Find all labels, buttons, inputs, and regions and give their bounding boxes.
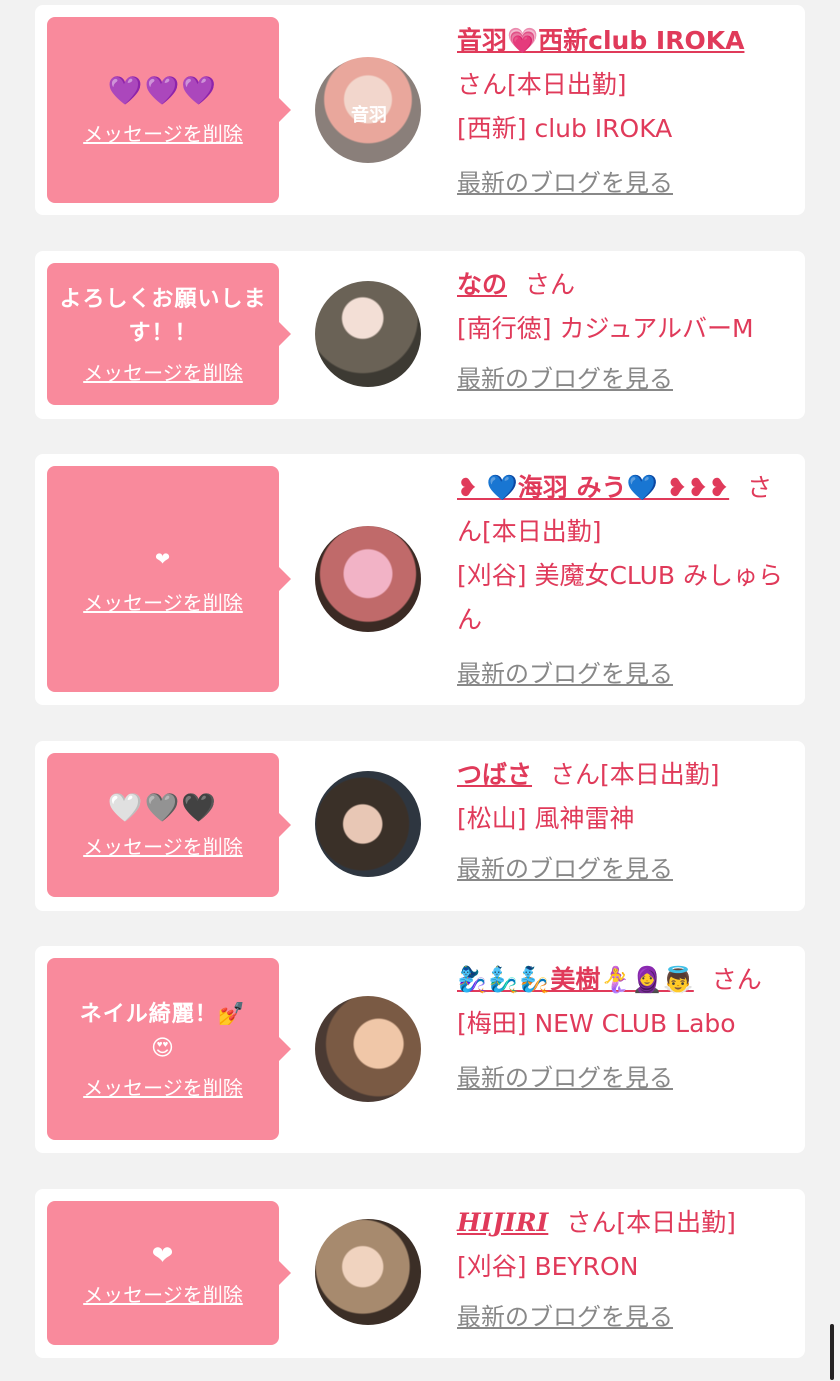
avatar[interactable] <box>315 281 421 387</box>
honorific: さん <box>711 965 762 994</box>
message-bubble: ネイル綺麗！💅😍 メッセージを削除 <box>47 958 291 1140</box>
delete-message-link[interactable]: メッセージを削除 <box>83 1279 243 1308</box>
shop-label: [刈谷] 美魔女CLUB みしゅらん <box>457 561 783 634</box>
message-text: よろしくお願いします！！ <box>59 286 267 346</box>
girl-name-link[interactable]: 🧞‍♀️🧞‍♂️🧞美樹🧜‍♀️🧕👼 <box>457 965 694 994</box>
on-duty-tag: [本日出勤] <box>600 760 720 789</box>
latest-blog-link[interactable]: 最新のブログを見る <box>457 847 787 891</box>
delete-message-link[interactable]: メッセージを削除 <box>83 118 243 147</box>
favorite-card: ❤ メッセージを削除 HIJIRI さん[本日出勤] [刈谷] BEYRON 最新… <box>35 1189 805 1358</box>
honorific: さん <box>566 1208 617 1237</box>
delete-message-link[interactable]: メッセージを削除 <box>83 357 243 386</box>
message-text: ❤ <box>151 1240 175 1271</box>
honorific: さん <box>457 70 508 99</box>
favorite-card: 💜💜💜 メッセージを削除 音羽 音羽💗西新club IROKA さん[本日出勤]… <box>35 5 805 215</box>
shop-label: [梅田] NEW CLUB Labo <box>457 1009 736 1038</box>
favorite-card: ネイル綺麗！💅😍 メッセージを削除 🧞‍♀️🧞‍♂️🧞美樹🧜‍♀️🧕👼 さん [梅… <box>35 946 805 1153</box>
latest-blog-link[interactable]: 最新のブログを見る <box>457 1056 787 1100</box>
scrollbar[interactable] <box>830 1324 834 1380</box>
girl-info: ❥ 💙海羽 みう💙 ❥❥❥ さん[本日出勤] [刈谷] 美魔女CLUB みしゅらん… <box>457 466 787 696</box>
message-text: 🤍🩶🖤 <box>107 790 219 824</box>
favorite-card: 🤍🩶🖤 メッセージを削除 つばさ さん[本日出勤] [松山] 風神雷神 最新のブロ… <box>35 741 805 911</box>
girl-name-link[interactable]: ❥ 💙海羽 みう💙 ❥❥❥ <box>457 473 729 502</box>
avatar[interactable] <box>315 526 421 632</box>
message-bubble: ❤ メッセージを削除 <box>47 1201 291 1345</box>
favorite-card: ❤ メッセージを削除 ❥ 💙海羽 みう💙 ❥❥❥ さん[本日出勤] [刈谷] 美魔… <box>35 454 805 705</box>
message-text: ❤ <box>154 548 172 570</box>
honorific: さん <box>550 760 601 789</box>
shop-label: [刈谷] BEYRON <box>457 1252 639 1281</box>
girl-info: つばさ さん[本日出勤] [松山] 風神雷神 最新のブログを見る <box>457 753 787 891</box>
girl-info: 音羽💗西新club IROKA さん[本日出勤] [西新] club IROKA… <box>457 19 787 205</box>
avatar[interactable] <box>315 1219 421 1325</box>
message-text: ネイル綺麗！💅😍 <box>79 1001 247 1061</box>
delete-message-link[interactable]: メッセージを削除 <box>83 831 243 860</box>
avatar-overlay-text: 音羽 <box>351 105 387 126</box>
girl-name-link[interactable]: つばさ <box>457 760 532 789</box>
favorite-card: よろしくお願いします！！ メッセージを削除 なの さん [南行徳] カジュアルバー… <box>35 251 805 419</box>
girl-name-link[interactable]: なの <box>457 270 507 299</box>
message-bubble: ❤ メッセージを削除 <box>47 466 291 692</box>
girl-info: なの さん [南行徳] カジュアルバーM 最新のブログを見る <box>457 263 787 401</box>
girl-info: 🧞‍♀️🧞‍♂️🧞美樹🧜‍♀️🧕👼 さん [梅田] NEW CLUB Labo 最… <box>457 958 787 1100</box>
shop-label: [松山] 風神雷神 <box>457 804 635 833</box>
latest-blog-link[interactable]: 最新のブログを見る <box>457 1295 787 1339</box>
avatar[interactable]: 音羽 <box>315 57 421 163</box>
girl-name-link[interactable]: 音羽💗西新club IROKA <box>457 26 744 55</box>
avatar[interactable] <box>315 996 421 1102</box>
on-duty-tag: [本日出勤] <box>616 1208 736 1237</box>
message-text: 💜💜💜 <box>107 73 219 107</box>
latest-blog-link[interactable]: 最新のブログを見る <box>457 357 787 401</box>
girl-info: HIJIRI さん[本日出勤] [刈谷] BEYRON 最新のブログを見る <box>457 1201 787 1339</box>
latest-blog-link[interactable]: 最新のブログを見る <box>457 161 787 205</box>
on-duty-tag: [本日出勤] <box>482 517 602 546</box>
message-bubble: 🤍🩶🖤 メッセージを削除 <box>47 753 291 897</box>
delete-message-link[interactable]: メッセージを削除 <box>83 587 243 616</box>
on-duty-tag: [本日出勤] <box>507 70 627 99</box>
shop-label: [南行徳] カジュアルバーM <box>457 314 754 343</box>
message-bubble: 💜💜💜 メッセージを削除 <box>47 17 291 203</box>
avatar[interactable] <box>315 771 421 877</box>
shop-label: [西新] club IROKA <box>457 114 673 143</box>
latest-blog-link[interactable]: 最新のブログを見る <box>457 652 787 696</box>
honorific: さん <box>525 270 576 299</box>
message-bubble: よろしくお願いします！！ メッセージを削除 <box>47 263 291 405</box>
girl-name-link[interactable]: HIJIRI <box>457 1208 548 1237</box>
delete-message-link[interactable]: メッセージを削除 <box>83 1072 243 1101</box>
